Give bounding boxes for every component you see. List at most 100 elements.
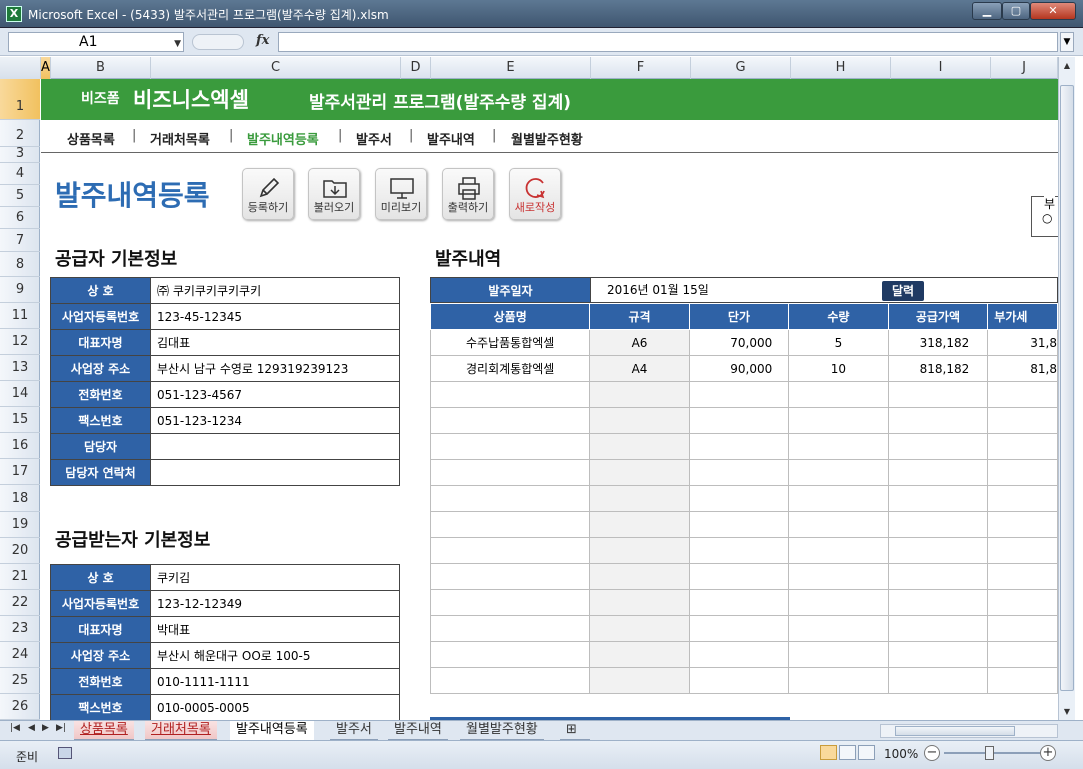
supplier-value[interactable]: 123-45-12345 (150, 303, 400, 330)
supply-amount-cell[interactable] (887, 511, 989, 538)
spec-cell[interactable] (589, 589, 690, 616)
excel-app-icon[interactable]: X (6, 6, 22, 22)
supply-amount-cell[interactable] (887, 381, 989, 408)
col-header-a[interactable]: A (41, 57, 51, 79)
spec-cell[interactable] (589, 537, 690, 564)
col-header-j[interactable]: J (991, 57, 1058, 79)
row-header-23[interactable]: 23 (0, 616, 40, 642)
row-header-24[interactable]: 24 (0, 642, 40, 668)
receiver-value[interactable]: 010-0005-0005 (150, 694, 400, 720)
spec-cell[interactable] (589, 641, 690, 668)
nav-item-order-form[interactable]: 발주서 (356, 129, 392, 148)
spec-cell[interactable] (589, 485, 690, 512)
unit-price-cell[interactable] (688, 563, 790, 590)
supplier-value[interactable] (150, 433, 400, 460)
vat-cell[interactable] (987, 615, 1058, 642)
quantity-cell[interactable]: 5 (788, 329, 889, 356)
product-name-cell[interactable]: 수주납품통합엑셀 (429, 329, 591, 356)
supply-amount-cell[interactable] (887, 589, 989, 616)
minimize-button[interactable]: ▁ (972, 2, 1002, 20)
unit-price-cell[interactable] (688, 589, 790, 616)
row-header-4[interactable]: 4 (0, 163, 40, 185)
row-header-6[interactable]: 6 (0, 207, 40, 229)
spec-cell[interactable] (589, 667, 690, 694)
supplier-value[interactable] (150, 459, 400, 486)
preview-button[interactable]: 미리보기 (375, 168, 427, 220)
scroll-up-icon[interactable]: ▲ (1061, 61, 1073, 70)
unit-price-cell[interactable] (688, 407, 790, 434)
vat-cell[interactable] (987, 485, 1058, 512)
row-header-7[interactable]: 7 (0, 229, 40, 252)
vat-cell[interactable] (987, 641, 1058, 668)
vat-cell[interactable] (987, 537, 1058, 564)
quantity-cell[interactable]: 10 (788, 355, 889, 382)
insert-function-icon[interactable]: fx (256, 33, 269, 48)
quantity-cell[interactable] (788, 537, 889, 564)
spec-cell[interactable] (589, 563, 690, 590)
receiver-value[interactable]: 123-12-12349 (150, 590, 400, 617)
zoom-in-button[interactable]: + (1040, 745, 1056, 761)
spec-cell[interactable] (589, 433, 690, 460)
row-header-5[interactable]: 5 (0, 185, 40, 207)
unit-price-cell[interactable] (688, 537, 790, 564)
supply-amount-cell[interactable] (887, 459, 989, 486)
zoom-out-button[interactable]: − (924, 745, 940, 761)
supplier-value[interactable]: 051-123-4567 (150, 381, 400, 408)
new-button[interactable]: 새로작성 (509, 168, 561, 220)
print-button[interactable]: 출력하기 (442, 168, 494, 220)
row-header-2[interactable]: 2 (0, 120, 40, 147)
product-name-cell[interactable] (429, 615, 591, 642)
unit-price-cell[interactable]: 70,000 (688, 329, 790, 356)
quantity-cell[interactable] (788, 667, 889, 694)
horizontal-scroll-thumb[interactable] (895, 726, 1015, 736)
page-break-view-button[interactable] (858, 745, 875, 760)
supply-amount-cell[interactable] (887, 537, 989, 564)
spec-cell[interactable]: A4 (589, 355, 690, 382)
quantity-cell[interactable] (788, 615, 889, 642)
row-header-19[interactable]: 19 (0, 512, 40, 538)
quantity-cell[interactable] (788, 485, 889, 512)
normal-view-button[interactable] (820, 745, 837, 760)
supplier-value[interactable]: 051-123-1234 (150, 407, 400, 434)
row-header-3[interactable]: 3 (0, 147, 40, 163)
worksheet[interactable]: 비즈폼 비즈니스엑셀 발주서관리 프로그램(발주수량 집계) 상품목록 | 거래… (41, 79, 1058, 720)
supplier-value[interactable]: 부산시 남구 수영로 129319239123 (150, 355, 400, 382)
vat-cell[interactable] (987, 459, 1058, 486)
close-button[interactable]: ✕ (1030, 2, 1076, 20)
row-header-14[interactable]: 14 (0, 381, 40, 407)
first-sheet-icon[interactable]: |◀ (10, 723, 20, 733)
unit-price-cell[interactable] (688, 433, 790, 460)
supply-amount-cell[interactable] (887, 485, 989, 512)
vat-cell[interactable] (987, 563, 1058, 590)
zoom-slider[interactable] (944, 746, 1040, 760)
row-header-16[interactable]: 16 (0, 433, 40, 459)
vat-cell[interactable]: 81,8 (987, 355, 1058, 382)
product-name-cell[interactable]: 경리회계통합엑셀 (429, 355, 591, 382)
receiver-value[interactable]: 박대표 (150, 616, 400, 643)
row-header-26[interactable]: 26 (0, 694, 40, 720)
product-name-cell[interactable] (429, 563, 591, 590)
spec-cell[interactable] (589, 615, 690, 642)
spec-cell[interactable] (589, 381, 690, 408)
prev-sheet-icon[interactable]: ◀ (28, 723, 35, 733)
unit-price-cell[interactable]: 90,000 (688, 355, 790, 382)
name-box[interactable]: A1 ▼ (8, 32, 184, 52)
unit-price-cell[interactable] (688, 511, 790, 538)
product-name-cell[interactable] (429, 641, 591, 668)
supplier-value[interactable]: ㈜ 쿠키쿠키쿠키쿠키 (150, 277, 400, 304)
insert-sheet-icon[interactable]: ⊞ (560, 721, 590, 740)
col-header-d[interactable]: D (401, 57, 431, 79)
product-name-cell[interactable] (429, 381, 591, 408)
side-option-radio[interactable]: ○ (1042, 211, 1052, 225)
quantity-cell[interactable] (788, 459, 889, 486)
unit-price-cell[interactable] (688, 641, 790, 668)
spec-cell[interactable] (589, 407, 690, 434)
col-header-g[interactable]: G (691, 57, 791, 79)
sheet-tab-monthly-status[interactable]: 월별발주현황 (460, 721, 544, 740)
product-name-cell[interactable] (429, 459, 591, 486)
next-sheet-icon[interactable]: ▶ (42, 723, 49, 733)
sheet-tab-order-entry[interactable]: 발주내역등록 (230, 721, 314, 740)
zoom-slider-knob[interactable] (985, 746, 994, 760)
row-header-15[interactable]: 15 (0, 407, 40, 433)
supply-amount-cell[interactable] (887, 641, 989, 668)
